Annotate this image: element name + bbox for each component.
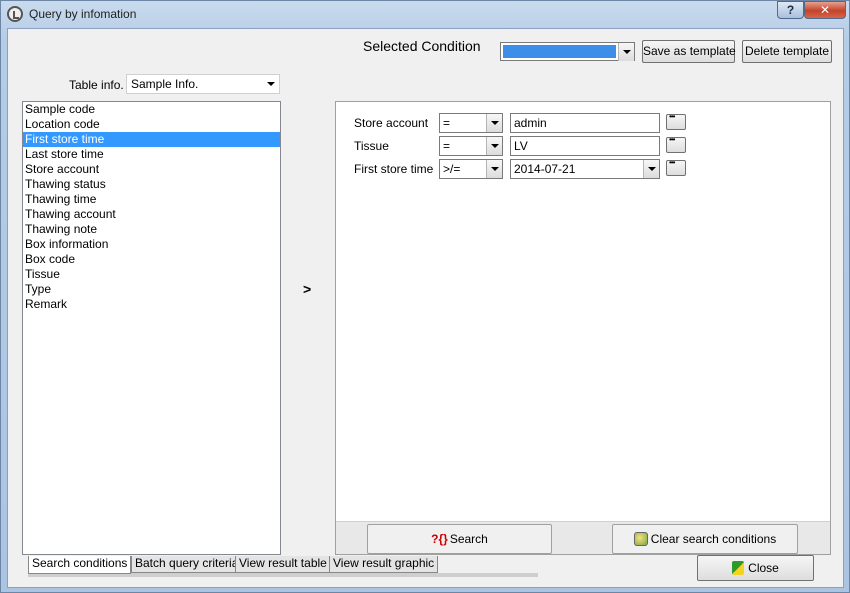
template-selected-value bbox=[503, 45, 616, 58]
search-button[interactable]: ?{} Search bbox=[367, 524, 552, 554]
list-item[interactable]: Last store time bbox=[23, 147, 280, 162]
table-info-value: Sample Info. bbox=[131, 77, 199, 91]
chevron-down-icon[interactable] bbox=[263, 75, 279, 93]
list-item[interactable]: Thawing account bbox=[23, 207, 280, 222]
list-item[interactable]: Box information bbox=[23, 237, 280, 252]
more-options-button[interactable] bbox=[666, 158, 686, 176]
condition-value: LV bbox=[514, 139, 528, 153]
query-window: Query by infomation ? ✕ Selected Conditi… bbox=[0, 0, 850, 593]
delete-template-button[interactable]: Delete template bbox=[742, 40, 832, 63]
dialog-client: Selected Condition Save as template Dele… bbox=[7, 28, 844, 588]
chevron-down-icon[interactable] bbox=[486, 160, 502, 178]
date-picker[interactable]: 2014-07-21 bbox=[510, 159, 660, 179]
operator-select[interactable]: >/= bbox=[439, 159, 503, 179]
condition-value: admin bbox=[514, 116, 547, 130]
list-item[interactable]: Remark bbox=[23, 297, 280, 312]
selected-conditions-panel: ?{} Search Clear search conditions Store … bbox=[335, 101, 831, 555]
tab-result-graphic[interactable]: View result graphic bbox=[329, 556, 439, 573]
exit-icon bbox=[732, 561, 745, 575]
operator-value: = bbox=[443, 116, 451, 130]
list-item[interactable]: Location code bbox=[23, 117, 280, 132]
tab-strip: Search conditions Batch query criteria Vie… bbox=[28, 556, 538, 574]
field-list[interactable]: Sample code Location code First store time… bbox=[22, 101, 281, 555]
clear-icon bbox=[633, 532, 648, 546]
operator-value: = bbox=[443, 139, 451, 153]
more-options-button[interactable] bbox=[666, 112, 686, 130]
list-item[interactable]: Type bbox=[23, 282, 280, 297]
list-item[interactable]: Tissue bbox=[23, 267, 280, 282]
window-title: Query by infomation bbox=[29, 7, 137, 21]
tab-batch-query[interactable]: Batch query criteria bbox=[131, 556, 243, 573]
tab-result-table[interactable]: View result table bbox=[235, 556, 331, 573]
clear-label: Clear search conditions bbox=[650, 532, 777, 546]
condition-value-input[interactable]: admin bbox=[510, 113, 660, 133]
list-item[interactable]: Box code bbox=[23, 252, 280, 267]
list-item[interactable]: Thawing note bbox=[23, 222, 280, 237]
operator-value: >/= bbox=[443, 162, 461, 176]
chevron-down-icon[interactable] bbox=[486, 137, 502, 155]
operator-select[interactable]: = bbox=[439, 136, 503, 156]
condition-value: 2014-07-21 bbox=[514, 162, 576, 176]
condition-field-label: Store account bbox=[354, 116, 429, 130]
close-button[interactable]: Close bbox=[697, 555, 814, 581]
list-item[interactable]: First store time bbox=[23, 132, 280, 147]
list-item[interactable]: Sample code bbox=[23, 102, 280, 117]
more-options-button[interactable] bbox=[666, 135, 686, 153]
list-item[interactable]: Thawing status bbox=[23, 177, 280, 192]
condition-row: Tissue = LV bbox=[336, 135, 830, 157]
close-label: Close bbox=[748, 561, 779, 575]
selected-condition-label: Selected Condition bbox=[363, 38, 481, 54]
search-label: Search bbox=[449, 532, 488, 546]
table-info-select[interactable]: Sample Info. bbox=[126, 74, 280, 94]
condition-row: First store time >/= 2014-07-21 bbox=[336, 158, 830, 180]
template-select[interactable] bbox=[500, 42, 635, 61]
help-button[interactable]: ? bbox=[777, 1, 804, 19]
chevron-down-icon[interactable] bbox=[486, 114, 502, 132]
condition-value-input[interactable]: LV bbox=[510, 136, 660, 156]
clear-conditions-button[interactable]: Clear search conditions bbox=[612, 524, 798, 554]
chevron-down-icon[interactable] bbox=[643, 160, 659, 178]
condition-field-label: First store time bbox=[354, 162, 434, 176]
add-condition-arrow[interactable]: > bbox=[303, 281, 311, 297]
app-icon bbox=[7, 6, 23, 22]
window-close-button[interactable]: ✕ bbox=[804, 1, 846, 19]
save-as-template-button[interactable]: Save as template bbox=[642, 40, 736, 63]
operator-select[interactable]: = bbox=[439, 113, 503, 133]
list-item[interactable]: Store account bbox=[23, 162, 280, 177]
condition-row: Store account = admin bbox=[336, 112, 830, 134]
search-icon: ?{} bbox=[431, 532, 448, 546]
list-item[interactable]: Thawing time bbox=[23, 192, 280, 207]
title-bar[interactable]: Query by infomation ? ✕ bbox=[1, 1, 849, 27]
chevron-down-icon[interactable] bbox=[618, 43, 634, 61]
tab-search-conditions[interactable]: Search conditions bbox=[28, 556, 132, 574]
table-info-label: Table info. bbox=[69, 78, 124, 92]
condition-field-label: Tissue bbox=[354, 139, 389, 153]
panel-footer: ?{} Search Clear search conditions bbox=[336, 521, 830, 554]
